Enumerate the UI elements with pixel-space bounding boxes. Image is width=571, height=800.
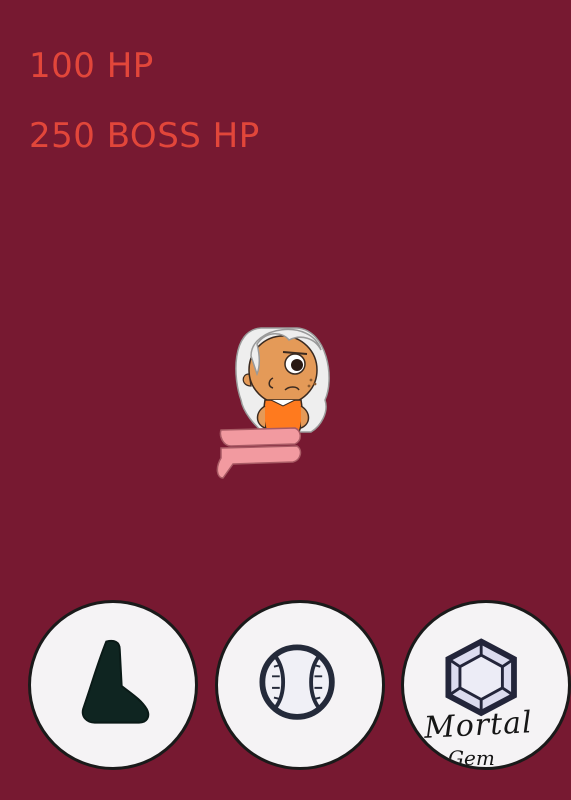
gem-label: Mortal — [423, 705, 534, 746]
player-character — [216, 327, 330, 479]
boot-attack-button[interactable] — [28, 600, 198, 770]
boot-icon — [81, 639, 150, 724]
boss-hp-label: 250 BOSS HP — [29, 116, 260, 156]
baseball-icon — [259, 644, 335, 720]
baseball-attack-button[interactable] — [215, 600, 385, 770]
player-hp-label: 100 HP — [29, 46, 154, 86]
gem-sublabel: Gem — [448, 746, 495, 770]
mortal-gem-button[interactable]: Mortal Gem — [401, 600, 571, 770]
